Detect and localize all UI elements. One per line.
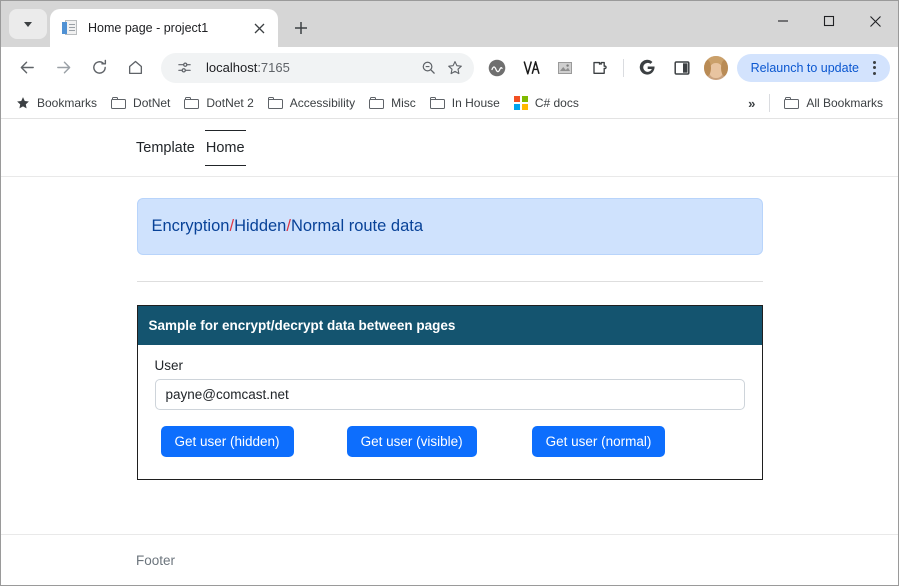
site-info-icon[interactable] <box>171 55 197 81</box>
toolbar-divider <box>622 58 624 77</box>
star-icon <box>16 96 30 110</box>
alert-part-encryption: Encryption <box>151 217 230 235</box>
bookmark-item-in-house[interactable]: In House <box>423 92 507 114</box>
bookmark-label: DotNet 2 <box>206 96 254 110</box>
bookmark-item-misc[interactable]: Misc <box>362 92 423 114</box>
bookmark-label: In House <box>451 96 500 110</box>
bookmark-item-dotnet[interactable]: DotNet <box>104 92 177 114</box>
bookmarks-bar: Bookmarks DotNet DotNet 2 Accessibility … <box>1 88 898 119</box>
minimize-icon[interactable] <box>760 1 806 41</box>
document-favicon <box>62 20 78 36</box>
bookmarks-divider <box>769 94 771 112</box>
address-bar[interactable]: localhost:7165 <box>161 52 474 83</box>
maximize-icon[interactable] <box>806 1 852 41</box>
user-input[interactable] <box>154 379 745 410</box>
home-button[interactable] <box>120 53 150 83</box>
get-user-hidden-button[interactable]: Get user (hidden) <box>160 426 294 457</box>
navbar-brand[interactable]: Template <box>136 140 195 156</box>
page-body: Encryption/Hidden/Normal route data Samp… <box>1 177 898 507</box>
page-viewport: Template Home Encryption/Hidden/Normal r… <box>1 119 898 585</box>
folder-icon <box>429 97 445 109</box>
sample-card: Sample for encrypt/decrypt data between … <box>136 305 763 480</box>
avatar[interactable] <box>703 55 728 80</box>
get-user-normal-button[interactable]: Get user (normal) <box>531 426 666 457</box>
bookmark-label: Accessibility <box>289 96 356 110</box>
folder-icon <box>784 97 800 109</box>
bookmark-item-accessibility[interactable]: Accessibility <box>261 92 362 114</box>
button-row: Get user (hidden) Get user (visible) Get… <box>155 426 745 457</box>
folder-icon <box>111 97 127 109</box>
url-port: :7165 <box>257 60 290 75</box>
new-tab-button[interactable] <box>286 13 316 43</box>
route-data-alert: Encryption/Hidden/Normal route data <box>136 198 763 255</box>
chrome-menu-icon[interactable] <box>862 56 886 80</box>
user-label: User <box>154 358 184 373</box>
relaunch-to-update-button[interactable]: Relaunch to update <box>736 53 890 82</box>
microsoft-icon <box>513 96 528 110</box>
card-header: Sample for encrypt/decrypt data between … <box>137 306 762 345</box>
horizontal-rule <box>136 281 763 282</box>
folder-icon <box>184 97 200 109</box>
site-footer: Footer <box>1 534 898 585</box>
bookmark-item-dotnet-2[interactable]: DotNet 2 <box>177 92 260 114</box>
bookmark-label: Bookmarks <box>37 96 98 110</box>
image-extension-icon[interactable] <box>551 54 579 82</box>
close-window-icon[interactable] <box>852 1 898 41</box>
close-icon[interactable] <box>248 17 270 39</box>
alert-part-hidden: Hidden <box>234 217 287 235</box>
nav-link-home[interactable]: Home <box>204 129 246 166</box>
get-user-visible-button[interactable]: Get user (visible) <box>346 426 477 457</box>
reload-button[interactable] <box>84 53 114 83</box>
tab-title: Home page - project1 <box>88 21 209 35</box>
tab-search-button[interactable] <box>9 9 47 39</box>
zoom-icon[interactable] <box>416 55 442 81</box>
folder-icon <box>267 97 283 109</box>
all-bookmarks-label: All Bookmarks <box>806 96 883 110</box>
wave-extension-icon[interactable] <box>483 54 511 82</box>
axe-extension-icon[interactable] <box>517 54 545 82</box>
browser-window: Home page - project1 localhost:7165 Rela… <box>0 0 899 586</box>
address-bar-url: localhost:7165 <box>206 60 416 75</box>
bookmark-label: C# docs <box>534 96 579 110</box>
bookmark-label: Misc <box>391 96 416 110</box>
alert-part-normal: Normal route data <box>290 217 424 235</box>
forward-button[interactable] <box>48 53 78 83</box>
browser-toolbar: localhost:7165 Relaunch to update <box>1 47 898 88</box>
site-navbar: Template Home <box>1 119 898 177</box>
browser-tab[interactable]: Home page - project1 <box>50 9 278 47</box>
content-container: Encryption/Hidden/Normal route data Samp… <box>136 177 763 480</box>
side-panel-icon[interactable] <box>668 54 696 82</box>
bookmark-star-icon[interactable] <box>442 55 468 81</box>
footer-text: Footer <box>136 552 176 568</box>
relaunch-label: Relaunch to update <box>750 60 859 75</box>
google-icon[interactable] <box>634 54 662 82</box>
card-body: User Get user (hidden) Get user (visible… <box>138 345 762 479</box>
window-controls <box>760 1 898 41</box>
bookmark-item-csharp-docs[interactable]: C# docs <box>507 92 586 114</box>
all-bookmarks-button[interactable]: All Bookmarks <box>777 92 890 114</box>
bookmark-label: DotNet <box>133 96 171 110</box>
tab-strip: Home page - project1 <box>1 1 898 47</box>
bookmarks-overflow-button[interactable]: » <box>740 94 762 113</box>
folder-icon <box>369 97 385 109</box>
back-button[interactable] <box>12 53 42 83</box>
url-host: localhost <box>206 60 258 75</box>
bookmark-item-bookmarks[interactable]: Bookmarks <box>9 92 104 114</box>
chevron-down-icon <box>24 21 32 27</box>
button-gap <box>294 426 347 457</box>
puzzle-extensions-icon[interactable] <box>585 54 613 82</box>
button-gap <box>477 426 532 457</box>
